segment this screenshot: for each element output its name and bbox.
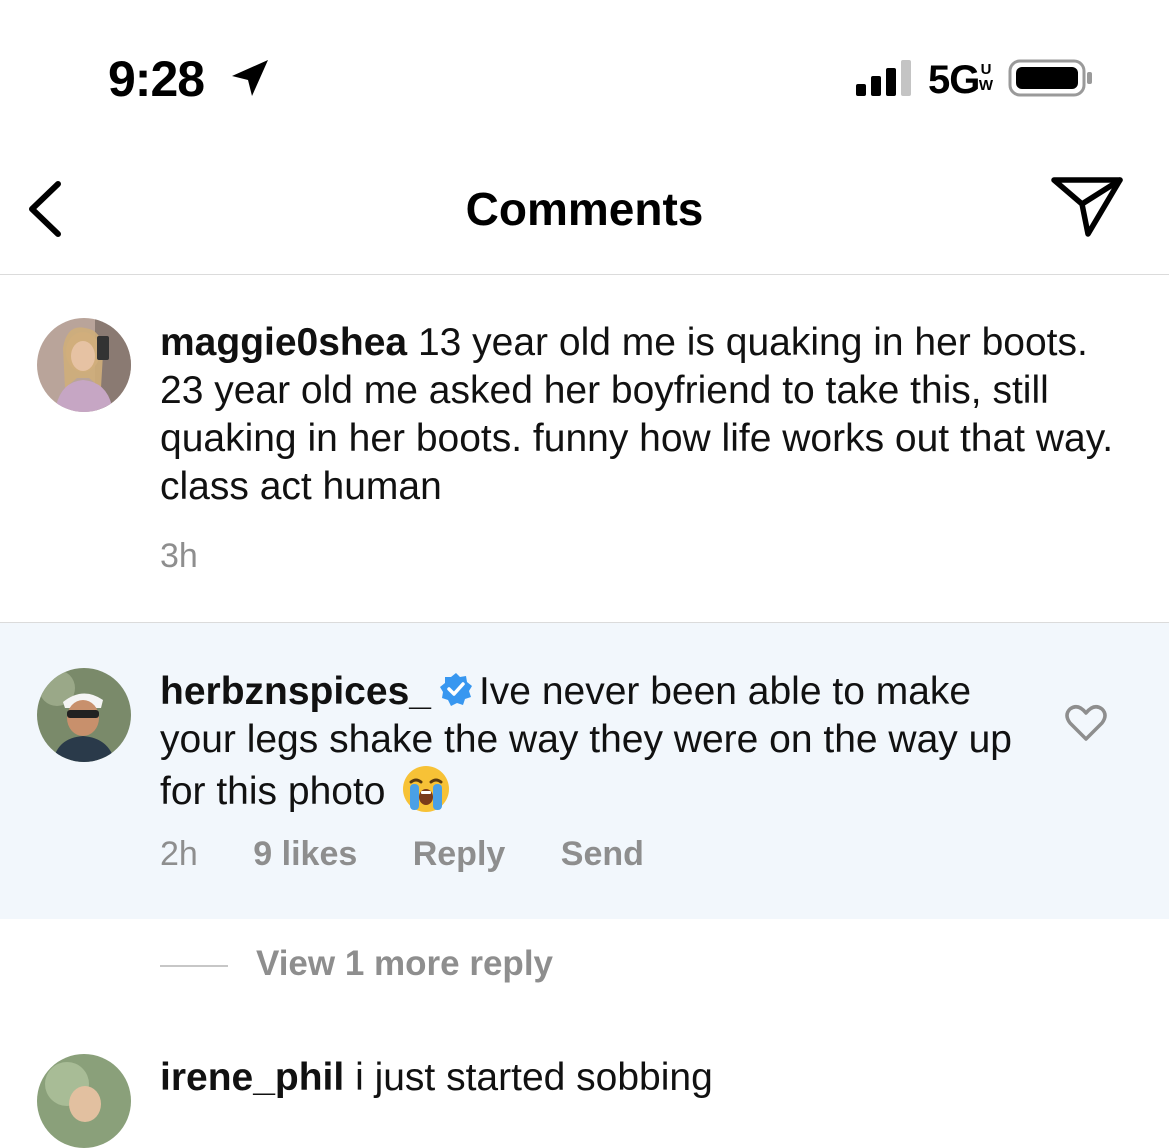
like-heart-icon[interactable] (1064, 703, 1108, 743)
avatar-image (37, 1054, 131, 1148)
avatar[interactable] (37, 318, 131, 412)
network-type: 5G (928, 58, 980, 102)
status-bar: 9:28 5G U W (0, 0, 1169, 140)
reply-button[interactable]: Reply (413, 835, 506, 873)
comment-text: herbznspices_ Ive never been able to mak… (160, 668, 1020, 816)
comment-item: maggie0shea 13 year old me is quaking in… (0, 275, 1169, 623)
comment-username[interactable]: maggie0shea (160, 321, 407, 364)
comment-time: 3h (160, 537, 198, 575)
comments-header: Comments (0, 140, 1169, 275)
battery-icon (1008, 59, 1092, 97)
network-sup: U W (978, 61, 994, 94)
comment-likes-count[interactable]: 9 likes (253, 835, 357, 873)
avatar[interactable] (37, 1054, 131, 1148)
comment-item: irene_phil i just started sobbing (0, 1040, 1169, 1148)
avatar-image (37, 318, 131, 412)
comment-text: irene_phil i just started sobbing (160, 1054, 1135, 1102)
verified-badge-icon (439, 673, 472, 706)
comment-item-highlighted: herbznspices_ Ive never been able to mak… (0, 623, 1169, 919)
comment-username[interactable]: irene_phil (160, 1056, 344, 1099)
send-button[interactable]: Send (561, 835, 644, 873)
page-title: Comments (465, 183, 704, 235)
comment-username[interactable]: herbznspices_ (160, 670, 431, 713)
avatar-image (37, 668, 131, 762)
send-paper-plane-icon[interactable] (1048, 174, 1126, 240)
comment-text: maggie0shea 13 year old me is quaking in… (160, 319, 1135, 511)
signal-bars-icon (856, 60, 911, 96)
comment-meta: 2h 9 likes Reply Send (160, 835, 690, 874)
location-arrow-icon (232, 60, 268, 96)
status-time: 9:28 (108, 51, 205, 107)
loudly-crying-face-icon (403, 766, 450, 812)
replies-divider-line (160, 965, 228, 967)
avatar[interactable] (37, 668, 131, 762)
comment-time: 2h (160, 835, 198, 873)
view-more-replies-label[interactable]: View 1 more reply (256, 944, 553, 984)
comment-content: i just started sobbing (344, 1056, 713, 1099)
comment-meta: 3h (160, 537, 244, 576)
